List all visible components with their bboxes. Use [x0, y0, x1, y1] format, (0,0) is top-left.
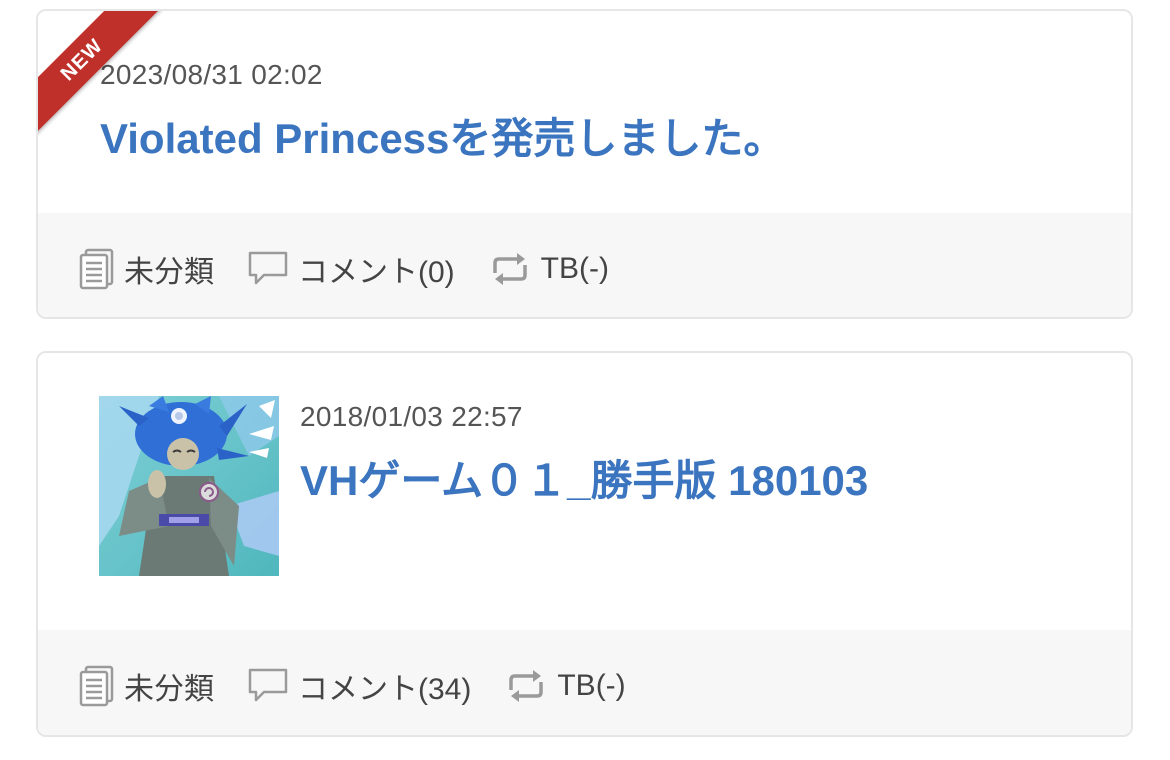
- comment-icon: [248, 668, 288, 702]
- category-link[interactable]: 未分類: [78, 247, 214, 291]
- post-meta-bar: 未分類 コメント(34) TB(-): [38, 630, 1131, 735]
- post-title-link[interactable]: VHゲーム０１_勝手版 180103: [300, 447, 868, 508]
- trackback-link[interactable]: TB(-): [487, 251, 609, 287]
- post-body: 2018/01/03 22:57 VHゲーム０１_勝手版 180103: [38, 353, 1131, 630]
- category-label: 未分類: [124, 673, 214, 706]
- comments-link[interactable]: コメント(34): [246, 664, 471, 708]
- trackback-icon: [509, 670, 544, 702]
- trackback-link[interactable]: TB(-): [503, 668, 626, 704]
- post-title-link[interactable]: Violated Princessを発売しました。: [100, 105, 785, 166]
- document-icon: [79, 665, 114, 707]
- post-card: 2023/08/31 02:02 Violated Princessを発売しまし…: [36, 9, 1133, 319]
- character-thumbnail-image: [99, 396, 279, 576]
- post-meta-bar: 未分類 コメント(0) TB(-): [38, 213, 1131, 317]
- comments-label: コメント(34): [298, 673, 472, 706]
- post-card: 2018/01/03 22:57 VHゲーム０１_勝手版 180103 未分類: [36, 351, 1133, 737]
- comments-label: コメント(0): [298, 256, 455, 289]
- post-date: 2018/01/03 22:57: [300, 401, 523, 432]
- document-icon: [79, 248, 114, 290]
- post-date: 2023/08/31 02:02: [100, 59, 323, 90]
- post-thumbnail[interactable]: [99, 396, 279, 576]
- post-meta: 未分類 コメント(0) TB(-): [78, 247, 641, 291]
- trackback-label: TB(-): [540, 252, 609, 285]
- comment-icon: [248, 251, 288, 285]
- category-link[interactable]: 未分類: [78, 664, 214, 708]
- trackback-label: TB(-): [557, 669, 626, 702]
- post-meta: 未分類 コメント(34) TB(-): [78, 664, 658, 708]
- category-label: 未分類: [124, 256, 214, 289]
- trackback-icon: [492, 253, 527, 285]
- comments-link[interactable]: コメント(0): [246, 247, 455, 291]
- post-body: 2023/08/31 02:02 Violated Princessを発売しまし…: [38, 11, 1131, 213]
